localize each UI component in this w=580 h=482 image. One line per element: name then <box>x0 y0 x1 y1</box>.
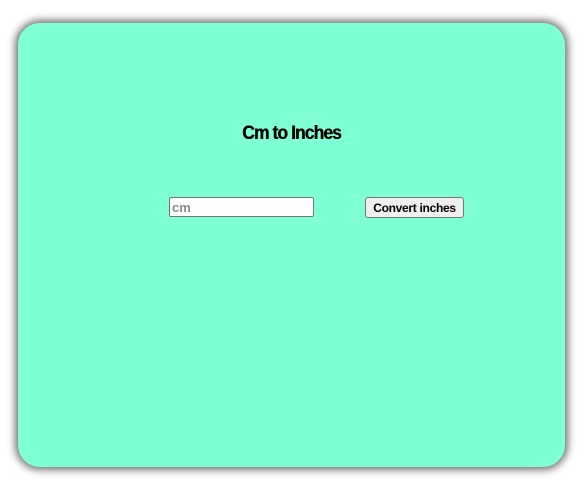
converter-card: Cm to Inches Convert inches <box>18 23 565 467</box>
convert-inches-button[interactable]: Convert inches <box>365 197 464 218</box>
cm-input[interactable] <box>169 197 314 217</box>
page-title: Cm to Inches <box>242 123 342 144</box>
